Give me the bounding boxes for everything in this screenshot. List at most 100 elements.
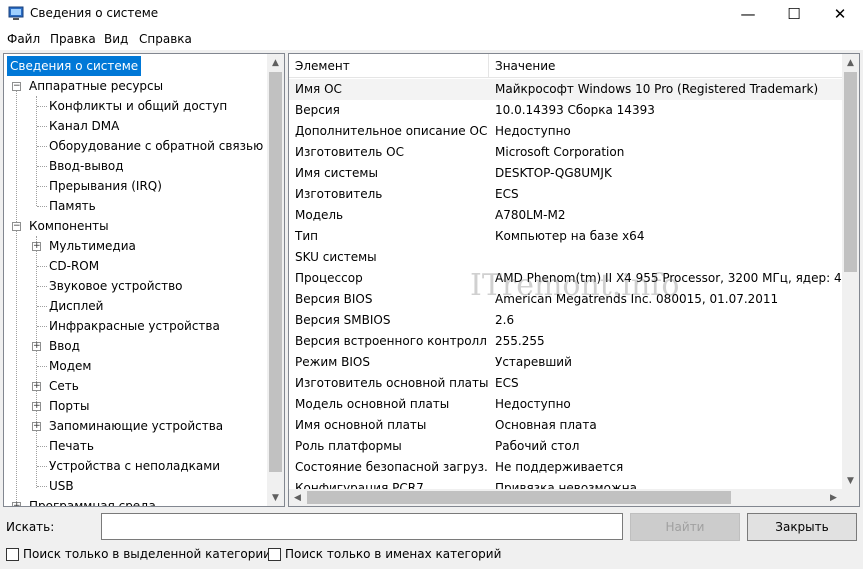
tree-item-input[interactable]: Ввод <box>49 336 80 356</box>
tree-item-infrared[interactable]: Инфракрасные устройства <box>49 316 220 336</box>
tree-item-io[interactable]: Ввод-вывод <box>49 156 124 176</box>
collapse-icon[interactable]: − <box>12 222 21 231</box>
tree-item-modem[interactable]: Модем <box>49 356 91 376</box>
find-button[interactable]: Найти <box>630 513 740 541</box>
table-row[interactable]: Изготовитель основной платы ECS <box>289 373 842 394</box>
table-row[interactable]: Роль платформы Рабочий стол <box>289 436 842 457</box>
tree-item-cdrom[interactable]: CD-ROM <box>49 256 99 276</box>
checkbox[interactable] <box>6 547 19 561</box>
menu-file[interactable]: Файл <box>7 32 40 46</box>
scroll-thumb[interactable] <box>844 72 857 272</box>
row-value: Недоступно <box>495 397 571 411</box>
menu-help[interactable]: Справка <box>139 32 192 46</box>
list-horizontal-scrollbar[interactable]: ◀ ▶ <box>289 489 842 506</box>
table-row[interactable]: Конфигурация PCR7 Привязка невозможна <box>289 478 842 489</box>
list-vertical-scrollbar[interactable]: ▲ ▼ <box>842 54 859 489</box>
scroll-thumb[interactable] <box>307 491 731 504</box>
minimize-button[interactable]: — <box>725 0 771 28</box>
expand-icon[interactable]: + <box>32 382 41 391</box>
scroll-left-icon[interactable]: ◀ <box>289 489 306 506</box>
tree-guide <box>37 106 47 107</box>
tree-item-usb[interactable]: USB <box>49 476 74 496</box>
table-row[interactable]: Модель основной платы Недоступно <box>289 394 842 415</box>
scroll-up-icon[interactable]: ▲ <box>267 54 284 71</box>
scrollbar-corner <box>842 489 859 506</box>
tree-item-multimedia[interactable]: Мультимедиа <box>49 236 136 256</box>
table-row[interactable]: SKU системы <box>289 247 842 268</box>
expand-icon[interactable]: + <box>32 402 41 411</box>
row-key: Версия встроенного контролл... <box>295 334 488 348</box>
row-value: Основная плата <box>495 418 597 432</box>
tree-item-sound-device[interactable]: Звуковое устройство <box>49 276 183 296</box>
scroll-down-icon[interactable]: ▼ <box>842 472 859 489</box>
tree-item-problem-devices[interactable]: Устройства с неполадками <box>49 456 220 476</box>
collapse-icon[interactable]: − <box>12 82 21 91</box>
table-row[interactable]: Имя основной платы Основная плата <box>289 415 842 436</box>
tree-item-system-summary[interactable]: Сведения о системе <box>5 55 143 77</box>
row-key: Состояние безопасной загруз... <box>295 460 488 474</box>
table-row[interactable]: Дополнительное описание ОС Недоступно <box>289 121 842 142</box>
tree-guide <box>37 166 47 167</box>
tree-item-memory[interactable]: Память <box>49 196 96 216</box>
tree-guide <box>16 82 17 506</box>
menu-view[interactable]: Вид <box>104 32 128 46</box>
table-row[interactable]: Изготовитель ECS <box>289 184 842 205</box>
search-input[interactable] <box>101 513 623 540</box>
table-row[interactable]: Версия встроенного контролл... 255.255 <box>289 331 842 352</box>
window-title: Сведения о системе <box>30 6 159 20</box>
table-row[interactable]: Модель A780LM-M2 <box>289 205 842 226</box>
search-category-names-option[interactable]: Поиск только в именах категорий <box>268 546 501 562</box>
tree-item-display[interactable]: Дисплей <box>49 296 103 316</box>
table-row[interactable]: Изготовитель ОС Microsoft Corporation <box>289 142 842 163</box>
table-row[interactable]: Версия 10.0.14393 Сборка 14393 <box>289 100 842 121</box>
tree-item-storage[interactable]: Запоминающие устройства <box>49 416 223 436</box>
details-list[interactable]: Элемент Значение Имя ОС Майкрософт Window… <box>288 53 860 507</box>
expand-icon[interactable]: + <box>12 502 21 506</box>
row-key: Имя основной платы <box>295 418 427 432</box>
row-key: SKU системы <box>295 250 377 264</box>
tree-item-conflicts[interactable]: Конфликты и общий доступ <box>49 96 227 116</box>
search-selected-category-option[interactable]: Поиск только в выделенной категории <box>6 546 271 562</box>
tree-guide <box>37 486 47 487</box>
tree-item-components[interactable]: Компоненты <box>29 216 109 236</box>
tree-item-dma[interactable]: Канал DMA <box>49 116 119 136</box>
table-row[interactable]: Состояние безопасной загруз... Не поддерж… <box>289 457 842 478</box>
scroll-up-icon[interactable]: ▲ <box>842 54 859 71</box>
tree-item-printing[interactable]: Печать <box>49 436 94 456</box>
tree-item-hardware-resources[interactable]: Аппаратные ресурсы <box>29 76 163 96</box>
row-key: Роль платформы <box>295 439 402 453</box>
scroll-right-icon[interactable]: ▶ <box>825 489 842 506</box>
table-row[interactable]: Тип Компьютер на базе x64 <box>289 226 842 247</box>
row-key: Имя системы <box>295 166 378 180</box>
close-button[interactable]: ✕ <box>817 0 863 28</box>
tree-item-network[interactable]: Сеть <box>49 376 79 396</box>
table-row[interactable]: Процессор AMD Phenom(tm) II X4 955 Proces… <box>289 268 842 289</box>
row-key: Модель <box>295 208 344 222</box>
checkbox[interactable] <box>268 547 281 561</box>
close-dialog-button[interactable]: Закрыть <box>747 513 857 541</box>
table-row[interactable]: Имя ОС Майкрософт Windows 10 Pro (Registe… <box>289 79 842 100</box>
tree-item-forced-hardware[interactable]: Оборудование с обратной связью <box>49 136 263 156</box>
table-row[interactable]: Имя системы DESKTOP-QG8UMJK <box>289 163 842 184</box>
expand-icon[interactable]: + <box>32 422 41 431</box>
table-row[interactable]: Режим BIOS Устаревший <box>289 352 842 373</box>
tree-vertical-scrollbar[interactable]: ▲ ▼ <box>267 54 284 506</box>
tree-item-software-environment[interactable]: Программная среда <box>29 496 156 506</box>
maximize-button[interactable]: ☐ <box>771 0 817 28</box>
tree-guide <box>37 126 47 127</box>
row-value: DESKTOP-QG8UMJK <box>495 166 612 180</box>
column-header-value[interactable]: Значение <box>489 54 789 78</box>
column-header-item[interactable]: Элемент <box>289 54 488 78</box>
row-key: Изготовитель <box>295 187 383 201</box>
scroll-thumb[interactable] <box>269 72 282 472</box>
table-row[interactable]: Версия SMBIOS 2.6 <box>289 310 842 331</box>
expand-icon[interactable]: + <box>32 242 41 251</box>
scroll-down-icon[interactable]: ▼ <box>267 489 284 506</box>
row-value: Не поддерживается <box>495 460 624 474</box>
menu-edit[interactable]: Правка <box>50 32 96 46</box>
expand-icon[interactable]: + <box>32 342 41 351</box>
tree-item-ports[interactable]: Порты <box>49 396 89 416</box>
category-tree[interactable]: Сведения о системе − Аппаратные ресурсы … <box>3 53 285 507</box>
table-row[interactable]: Версия BIOS American Megatrends Inc. 0800… <box>289 289 842 310</box>
tree-item-irq[interactable]: Прерывания (IRQ) <box>49 176 162 196</box>
